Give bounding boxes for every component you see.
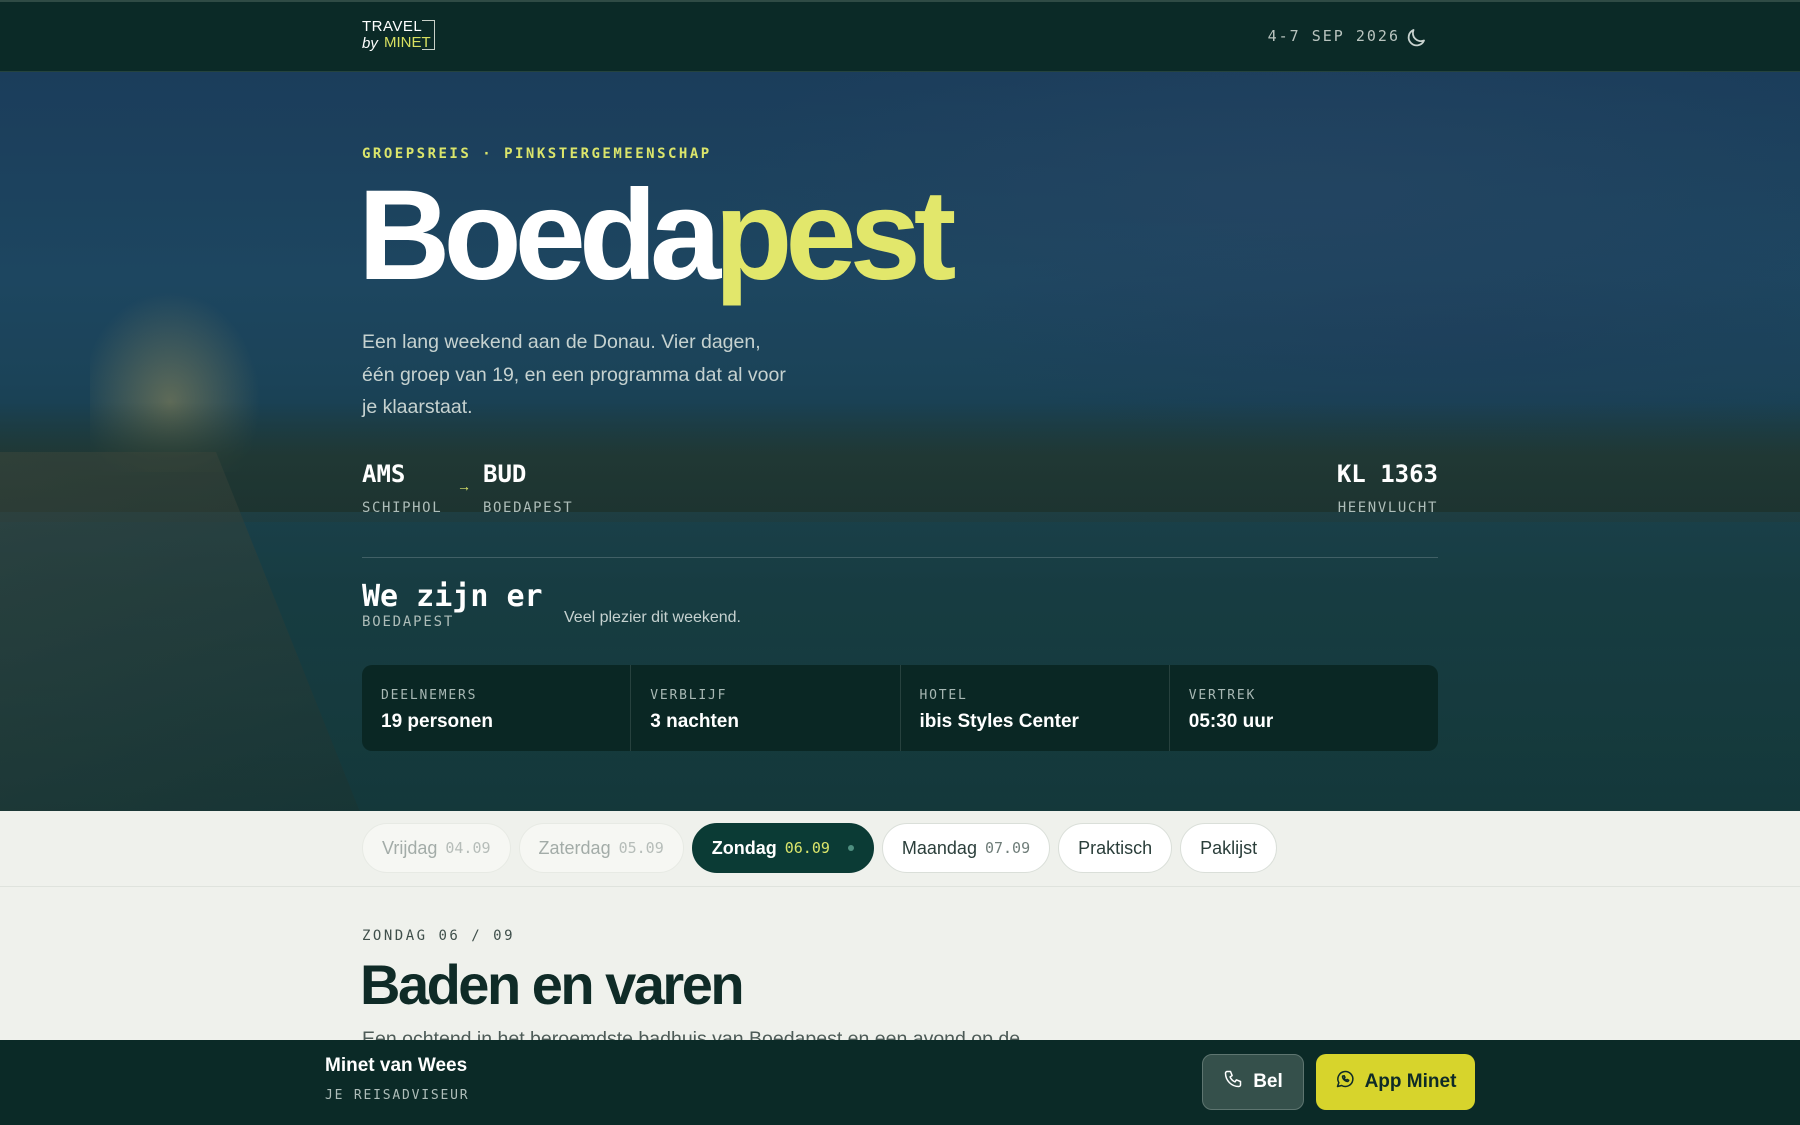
status-title: We zijn er (362, 579, 543, 614)
tab-label: Vrijdag (382, 837, 438, 858)
title-part-1: Boeda (358, 164, 721, 307)
current-day-dot-icon (847, 845, 854, 851)
stat-value: 19 personen (381, 711, 493, 732)
tab-maandag[interactable]: Maandag 07.09 (881, 823, 1051, 873)
agent-name: Minet van Wees (325, 1055, 468, 1076)
stat-hotel: HOTEL ibis Styles Center (899, 665, 1169, 751)
logo-frame (422, 20, 435, 50)
trip-eyebrow: GROEPSREIS · PINKSTERGEMEENSCHAP (362, 146, 712, 162)
origin-name: SCHIPHOL (362, 500, 443, 516)
destination-code: BUD (483, 460, 527, 488)
tab-zaterdag[interactable]: Zaterdag 05.09 (518, 823, 684, 873)
travel-by-minet-logo[interactable]: TRAVEL by MINET (362, 18, 442, 54)
tab-label: Paklijst (1200, 837, 1258, 858)
tab-label: Praktisch (1078, 837, 1153, 858)
tab-paklijst[interactable]: Paklijst (1180, 823, 1278, 873)
day-title: Baden en varen (360, 953, 745, 1016)
stat-value: 05:30 uur (1188, 711, 1274, 732)
logo-line-by: by (362, 35, 378, 52)
tab-label: Zaterdag (538, 837, 611, 858)
stat-departure: VERTREK 05:30 uur (1168, 665, 1438, 751)
status-location: BOEDAPEST (362, 614, 455, 630)
trip-stats: DEELNEMERS 19 personen VERBLIJF 3 nachte… (362, 665, 1438, 751)
contact-bar: Minet van Wees JE REISADVISEUR Bel App M… (0, 1040, 1800, 1125)
tab-date: 04.09 (445, 839, 491, 857)
phone-icon (1223, 1069, 1243, 1095)
destination-name: BOEDAPEST (483, 500, 574, 516)
stat-label: VERBLIJF (650, 688, 728, 703)
destination-title: Boedapest (358, 172, 956, 300)
tab-label: Zondag (711, 837, 777, 858)
whatsapp-button[interactable]: App Minet (1316, 1054, 1475, 1110)
status-message: Veel plezier dit weekend. (564, 609, 741, 626)
tab-label: Maandag (901, 837, 977, 858)
tab-date: 06.09 (784, 839, 830, 857)
trip-intro: Een lang weekend aan de Donau. Vier dage… (362, 331, 786, 418)
tab-zondag[interactable]: Zondag 06.09 (691, 823, 874, 873)
tab-date: 05.09 (618, 839, 664, 857)
stat-label: VERTREK (1188, 688, 1257, 703)
flight-label: HEENVLUCHT (1337, 500, 1438, 516)
call-button-label: Bel (1253, 1071, 1283, 1092)
moon-icon[interactable] (1404, 26, 1428, 50)
call-button[interactable]: Bel (1202, 1054, 1304, 1110)
flight-number: KL 1363 (1336, 460, 1438, 488)
agent-role: JE REISADVISEUR (325, 1088, 470, 1103)
stat-stay: VERBLIJF 3 nachten (630, 665, 899, 751)
stat-label: DEELNEMERS (381, 688, 478, 703)
stat-value: ibis Styles Center (919, 711, 1079, 732)
day-eyebrow: ZONDAG 06 / 09 (362, 928, 516, 944)
hero-divider (362, 557, 1438, 558)
trip-dates: 4-7 SEP 2026 (1267, 27, 1400, 45)
route-arrow-icon: → (457, 478, 471, 494)
logo-line-travel: TRAVEL (362, 18, 423, 35)
tab-praktisch[interactable]: Praktisch (1058, 823, 1173, 873)
hero-section: GROEPSREIS · PINKSTERGEMEENSCHAP Boedape… (0, 72, 1800, 811)
stat-label: HOTEL (919, 688, 968, 703)
stat-value: 3 nachten (650, 711, 739, 732)
origin-code: AMS (362, 460, 406, 488)
day-tabs: Vrijdag 04.09 Zaterdag 05.09 Zondag 06.0… (362, 823, 1278, 873)
top-bar: TRAVEL by MINET 4-7 SEP 2026 (0, 0, 1800, 72)
whatsapp-button-label: App Minet (1364, 1071, 1457, 1092)
tab-vrijdag[interactable]: Vrijdag 04.09 (362, 823, 511, 873)
hero-content: GROEPSREIS · PINKSTERGEMEENSCHAP Boedape… (358, 72, 1438, 811)
whatsapp-icon (1335, 1069, 1355, 1095)
stat-participants: DEELNEMERS 19 personen (362, 665, 630, 751)
day-tabs-bar: Vrijdag 04.09 Zaterdag 05.09 Zondag 06.0… (0, 811, 1800, 887)
tab-date: 07.09 (984, 839, 1031, 857)
title-part-2: pest (714, 164, 956, 307)
